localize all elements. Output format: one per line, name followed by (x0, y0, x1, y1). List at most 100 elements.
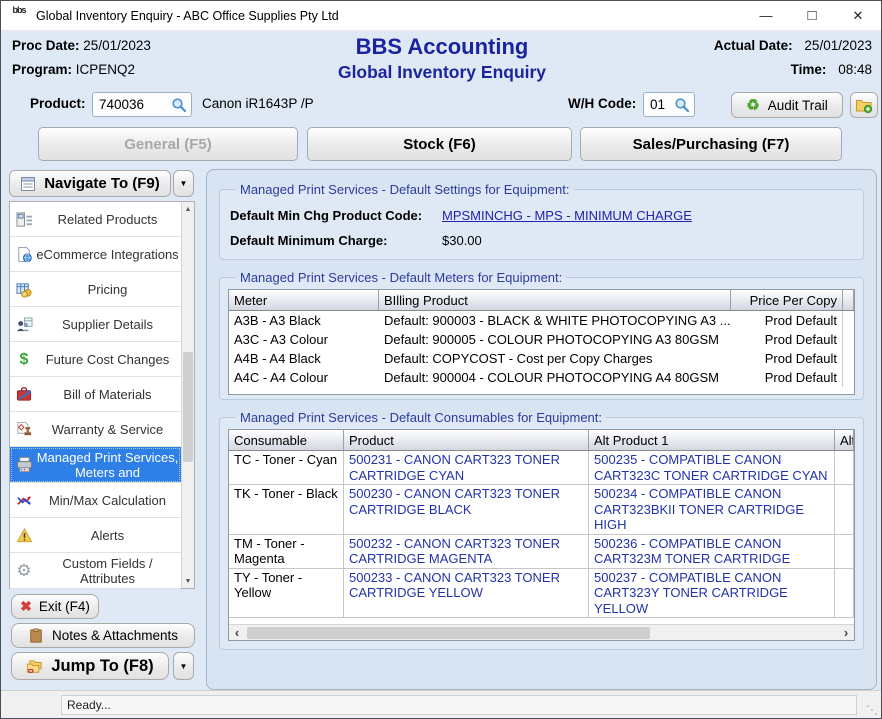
wh-code-input[interactable]: 01 (643, 92, 695, 117)
consumable-row[interactable]: TK - Toner - Black 500230 - CANON CART32… (229, 485, 854, 535)
notes-attachments-button[interactable]: Notes & Attachments (11, 623, 195, 648)
related-products-icon (14, 209, 34, 229)
column-header[interactable]: Meter (229, 290, 379, 310)
billing-cell: Default: COPYCOST - Cost per Copy Charge… (379, 351, 731, 366)
jump-to-button[interactable]: Jump To (F8) (11, 652, 169, 680)
meter-row[interactable]: A4B - A4 Black Default: COPYCOST - Cost … (229, 349, 854, 368)
close-button[interactable]: ✕ (835, 1, 881, 30)
scroll-left-icon[interactable]: ‹ (229, 626, 245, 640)
meter-row[interactable]: A3C - A3 Colour Default: 900005 - COLOUR… (229, 330, 854, 349)
sidebar-item-min-max-calculation[interactable]: Min/Max Calculation (10, 483, 181, 518)
resize-grip-icon[interactable]: ⋱ (866, 703, 878, 717)
product-cell: 500230 - CANON CART323 TONER CARTRIDGE B… (344, 485, 589, 534)
sidebar-item-supplier-details[interactable]: Supplier Details (10, 307, 181, 342)
wh-code-value: 01 (650, 97, 674, 112)
header: Proc Date: 25/01/2023 Program: ICPENQ2 B… (2, 32, 882, 88)
meter-row[interactable]: A3B - A3 Black Default: 900003 - BLACK &… (229, 311, 854, 330)
consumable-cell: TC - Toner - Cyan (229, 451, 344, 484)
sidebar-item-label: Supplier Details (62, 317, 153, 332)
exit-button[interactable]: ✖ Exit (F4) (11, 594, 99, 619)
wh-code-label: W/H Code: (568, 96, 636, 111)
meters-legend: Managed Print Services - Default Meters … (236, 270, 566, 285)
jump-to-dropdown[interactable]: ▼ (173, 652, 194, 680)
settings-legend: Managed Print Services - Default Setting… (236, 182, 574, 197)
sidebar-item-future-cost-changes[interactable]: $ Future Cost Changes (10, 342, 181, 377)
sidebar-item-ecommerce-integrations[interactable]: eCommerce Integrations (10, 237, 181, 272)
consumables-hscrollbar[interactable]: ‹ › (229, 624, 854, 640)
consumable-cell: TM - Toner - Magenta (229, 535, 344, 568)
column-header[interactable]: Price Per Copy (731, 290, 843, 310)
exit-x-icon: ✖ (20, 598, 32, 615)
product-value: 740036 (99, 97, 171, 112)
meter-row[interactable]: A4C - A4 Colour Default: 900004 - COLOUR… (229, 368, 854, 387)
navigate-to-label: Navigate To (F9) (44, 175, 160, 192)
sidebar-item-custom-fields[interactable]: ⚙ Custom Fields / Attributes (10, 553, 181, 589)
sidebar-item-managed-print-services[interactable]: Managed Print Services, Meters and (10, 447, 181, 483)
consumable-cell: TY - Toner - Yellow (229, 569, 344, 618)
consumable-row[interactable]: TC - Toner - Cyan 500231 - CANON CART323… (229, 451, 854, 485)
min-chg-code-link[interactable]: MPSMINCHG - MPS - MINIMUM CHARGE (442, 208, 692, 223)
product-cell: 500231 - CANON CART323 TONER CARTRIDGE C… (344, 451, 589, 484)
sidebar-item-pricing[interactable]: Pricing (10, 272, 181, 307)
wh-code-search-icon[interactable] (674, 97, 690, 113)
column-header[interactable]: Consumable (229, 430, 344, 450)
alt-product-cell: 500234 - COMPATIBLE CANON CART323BKII TO… (589, 485, 835, 534)
minimize-button[interactable]: — (743, 1, 789, 30)
meter-cell: A4C - A4 Colour (229, 370, 379, 385)
status-message: Ready... (61, 695, 857, 715)
sidebar-item-warranty-service[interactable]: Warranty & Service (10, 412, 181, 447)
meter-cell: A3C - A3 Colour (229, 332, 379, 347)
consumable-row[interactable]: TY - Toner - Yellow 500233 - CANON CART3… (229, 569, 854, 619)
warranty-service-icon (14, 419, 34, 439)
notes-label: Notes & Attachments (52, 628, 178, 643)
settings-groupbox: Managed Print Services - Default Setting… (219, 182, 864, 260)
folder-add-icon (855, 96, 873, 114)
dollar-icon: $ (14, 349, 34, 369)
column-header[interactable]: BIlling Product (379, 290, 731, 310)
consumables-table[interactable]: Consumable Product Alt Product 1 Alt Pr … (228, 429, 855, 641)
scroll-right-icon[interactable]: › (838, 626, 854, 640)
sidebar-item-alerts[interactable]: Alerts (10, 518, 181, 553)
hscrollbar-thumb[interactable] (247, 627, 650, 639)
sidebar-item-bill-of-materials[interactable]: Bill of Materials (10, 377, 181, 412)
tab-general[interactable]: General (F5) (38, 127, 298, 161)
folder-add-button[interactable] (850, 92, 878, 118)
meter-cell: A4B - A4 Black (229, 351, 379, 366)
column-header[interactable]: Alt Product 1 (589, 430, 835, 450)
meters-table-header: Meter BIlling Product Price Per Copy (229, 290, 854, 311)
product-cell: 500233 - CANON CART323 TONER CARTRIDGE Y… (344, 569, 589, 618)
pricing-icon (14, 279, 34, 299)
consumable-cell: TK - Toner - Black (229, 485, 344, 534)
column-header[interactable]: Alt Pr (835, 430, 854, 450)
consumable-row[interactable]: TM - Toner - Magenta 500232 - CANON CART… (229, 535, 854, 569)
scroll-up-icon[interactable]: ▲ (182, 202, 194, 216)
audit-trail-button[interactable]: ♻ Audit Trail (731, 92, 843, 118)
sidebar-item-label: Managed Print Services, Meters and (36, 450, 179, 480)
navigate-to-dropdown[interactable]: ▼ (173, 170, 194, 197)
sidebar-item-related-products[interactable]: Related Products (10, 202, 181, 237)
product-input[interactable]: 740036 (92, 92, 192, 117)
consumables-table-header: Consumable Product Alt Product 1 Alt Pr (229, 430, 854, 451)
time-label: Time: (791, 62, 827, 77)
product-search-icon[interactable] (171, 97, 187, 113)
sidebar-item-label: Related Products (58, 212, 158, 227)
price-cell: Prod Default (731, 368, 843, 387)
meters-table[interactable]: Meter BIlling Product Price Per Copy A3B… (228, 289, 855, 395)
printer-icon (14, 455, 34, 475)
tab-stock[interactable]: Stock (F6) (307, 127, 572, 161)
exit-label: Exit (F4) (39, 599, 90, 614)
navigate-to-button[interactable]: Navigate To (F9) (9, 170, 171, 197)
scrollbar-thumb[interactable] (183, 352, 193, 462)
notes-icon (28, 628, 44, 644)
actual-date-value: 25/01/2023 (804, 38, 872, 53)
meter-cell: A3B - A3 Black (229, 313, 379, 328)
billing-cell: Default: 900004 - COLOUR PHOTOCOPYING A4… (379, 370, 731, 385)
alt-product-cell: 500237 - COMPATIBLE CANON CART323Y TONER… (589, 569, 835, 618)
sidebar-scrollbar[interactable]: ▲ ▼ (181, 202, 194, 588)
column-header[interactable]: Product (344, 430, 589, 450)
navigate-icon (20, 176, 36, 192)
scroll-down-icon[interactable]: ▼ (182, 574, 194, 588)
maximize-button[interactable]: □ (789, 1, 835, 30)
tab-sales-purchasing[interactable]: Sales/Purchasing (F7) (580, 127, 842, 161)
title-bar: bbs Global Inventory Enquiry - ABC Offic… (1, 1, 881, 31)
